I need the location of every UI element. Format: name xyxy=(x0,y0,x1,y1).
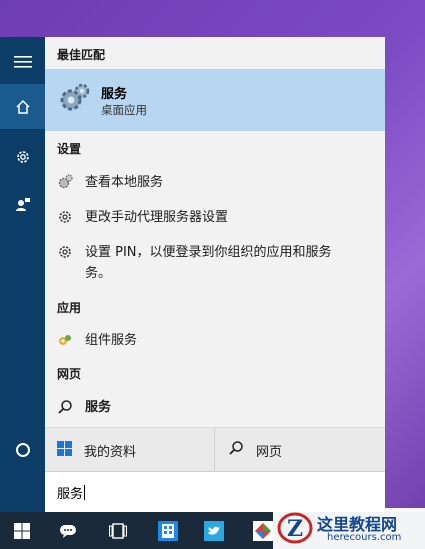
cortana-circle-icon[interactable] xyxy=(0,427,45,472)
web-search-button[interactable]: 网页 xyxy=(216,428,385,472)
web-button-label: 网页 xyxy=(256,444,283,460)
services-gear-icon xyxy=(57,81,91,119)
services-small-icon xyxy=(57,174,73,190)
twitter-bird-icon[interactable] xyxy=(196,512,232,549)
text-cursor xyxy=(84,484,86,500)
windows-logo-icon xyxy=(57,440,72,460)
feedback-person-icon[interactable] xyxy=(0,182,45,227)
web-item-services[interactable]: 服务 xyxy=(45,397,385,419)
settings-item-local-services[interactable]: 查看本地服务 xyxy=(45,172,385,194)
search-input-value: 服务 xyxy=(57,486,84,502)
search-results-panel: 最佳匹配 服务 桌面应用 设置 查看本地服务 更改手动代理服务器设置 设置 PI… xyxy=(45,37,385,512)
section-web: 网页 xyxy=(57,367,82,381)
search-icon xyxy=(228,440,244,460)
settings-item-proxy[interactable]: 更改手动代理服务器设置 xyxy=(45,207,385,229)
settings-item-label: 设置 PIN，以便登录到你组织的应用和服务 xyxy=(85,245,332,260)
search-input[interactable]: 服务 xyxy=(45,471,385,512)
section-best-match: 最佳匹配 xyxy=(57,48,106,62)
search-icon xyxy=(57,399,73,415)
section-apps: 应用 xyxy=(57,301,82,315)
best-match-subtitle: 桌面应用 xyxy=(101,103,147,117)
cortana-chat-icon[interactable] xyxy=(50,512,86,549)
home-icon[interactable] xyxy=(0,84,45,129)
svg-text:Z: Z xyxy=(287,516,303,542)
watermark-logo-icon: Z xyxy=(277,511,313,549)
watermark-url: herecours.com xyxy=(327,532,402,543)
gear-icon[interactable] xyxy=(0,134,45,179)
app-item-component-services[interactable]: 组件服务 xyxy=(45,330,385,352)
hamburger-menu-icon[interactable] xyxy=(0,39,45,84)
gear-small-icon xyxy=(57,209,73,225)
app-building-icon[interactable] xyxy=(150,512,186,549)
task-view-icon[interactable] xyxy=(100,512,136,549)
web-item-label: 服务 xyxy=(85,400,112,415)
best-match-title: 服务 xyxy=(101,87,128,102)
settings-item-label: 查看本地服务 xyxy=(85,175,164,190)
app-item-label: 组件服务 xyxy=(85,333,138,348)
component-services-icon xyxy=(57,332,73,348)
section-settings: 设置 xyxy=(57,142,82,156)
gear-small-icon xyxy=(57,244,73,260)
best-match-item[interactable]: 服务 桌面应用 xyxy=(45,69,385,131)
left-rail xyxy=(0,37,45,512)
start-button-icon[interactable] xyxy=(4,512,40,549)
settings-item-label-cont: 务。 xyxy=(85,266,112,281)
settings-item-label: 更改手动代理服务器设置 xyxy=(85,210,229,225)
my-stuff-button[interactable]: 我的资料 xyxy=(45,428,215,472)
settings-item-pin[interactable]: 设置 PIN，以便登录到你组织的应用和服务 务。 xyxy=(45,242,385,286)
bottom-filter-bar: 我的资料 网页 xyxy=(45,427,385,472)
my-stuff-label: 我的资料 xyxy=(84,444,137,460)
site-watermark: Z 这里教程网 herecours.com xyxy=(273,508,425,549)
